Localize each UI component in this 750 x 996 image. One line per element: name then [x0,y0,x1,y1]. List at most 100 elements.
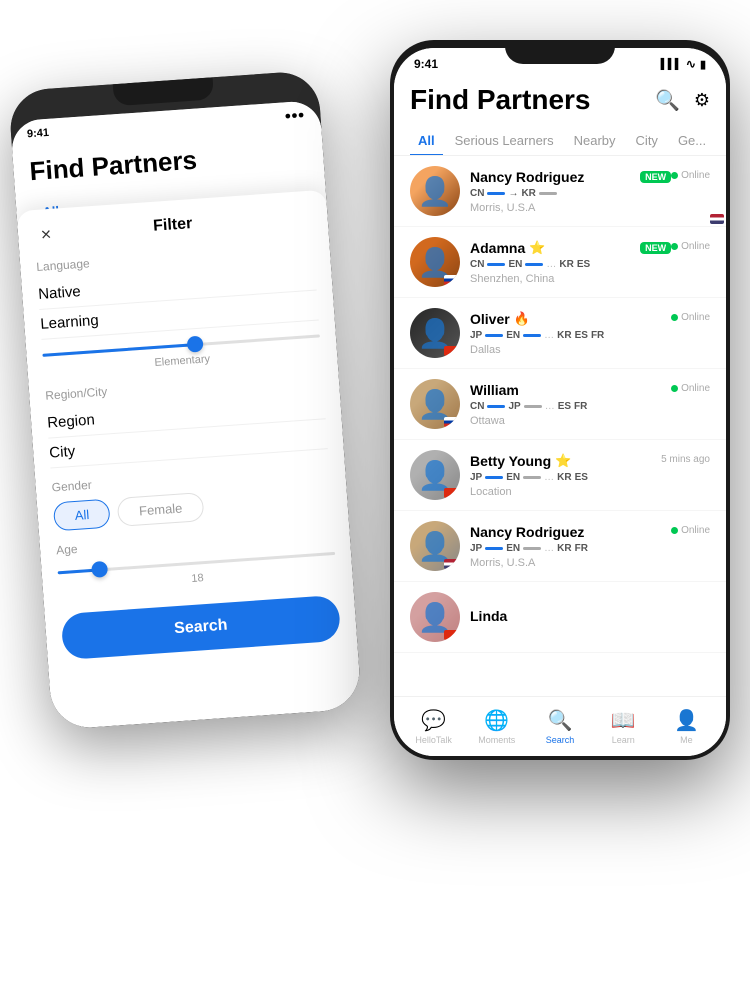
new-badge: NEW [640,171,671,183]
search-icon[interactable]: 🔍 [655,88,680,113]
lang-bar [485,547,503,550]
lang-row: CN EN … KR ES [470,259,671,270]
nav-me[interactable]: 👤 Me [655,708,718,745]
lang-es: ES [575,472,588,483]
user-name: Adamna [470,240,525,256]
nav-search[interactable]: 🔍 Search [528,708,591,745]
front-screen: 9:41 ▌▌▌ ∿ ▮ Find Partners 🔍 ⚙ All Serio… [394,48,726,756]
lang-fr: FR [574,401,587,412]
bottom-nav: 💬 HelloTalk 🌐 Moments 🔍 Search 📖 Learn 👤 [394,696,726,756]
online-text: Online [681,383,710,394]
lang-en: EN [506,472,520,483]
user-name: Betty Young [470,453,551,469]
lang-kr: KR [521,188,535,199]
lang-fr: FR [575,543,588,554]
fire-emoji: ⭐ [555,453,571,469]
fire-emoji: 🔥 [514,311,530,327]
avatar [410,237,460,287]
filter-overlay: × Filter Language Native Learning Elemen… [16,190,362,730]
user-item[interactable]: William CN JP … ES FR Ottawa [394,369,726,440]
back-time: 9:41 [27,127,50,141]
user-status: Online [671,525,710,536]
helltalk-icon: 💬 [421,708,446,733]
lang-arrow: → [508,188,518,199]
dots: … [544,472,554,483]
online-dot [671,314,678,321]
nav-moments[interactable]: 🌐 Moments [465,708,528,745]
lang-bar [524,405,542,408]
tab-all[interactable]: All [410,126,443,155]
online-text: Online [681,525,710,536]
age-label: Age [56,524,334,557]
nav-moments-label: Moments [478,735,515,745]
flag-ru [444,417,458,427]
nav-learn[interactable]: 📖 Learn [592,708,655,745]
lang-kr: KR [557,472,571,483]
lang-en: EN [506,543,520,554]
filter-header: × Filter [34,207,313,244]
user-list: Nancy Rodriguez NEW CN → KR Morris, U.S.… [394,156,726,704]
user-location: Shenzhen, China [470,273,671,285]
lang-bar [487,263,505,266]
user-item[interactable]: Oliver 🔥 JP EN … KR ES FR [394,298,726,369]
user-item[interactable]: Adamna ⭐ NEW CN EN … KR ES [394,227,726,298]
user-info: Oliver 🔥 JP EN … KR ES FR [470,311,671,356]
dots: … [544,330,554,341]
lang-fr: FR [591,330,604,341]
lang-bar-partial [539,192,557,195]
learning-slider[interactable]: Elementary [42,334,321,376]
user-info: Adamna ⭐ NEW CN EN … KR ES [470,240,671,285]
gender-female-button[interactable]: Female [117,492,204,527]
time-text: 5 mins ago [661,454,710,465]
user-item[interactable]: Linda [394,582,726,653]
age-slider[interactable]: 18 [58,552,337,594]
front-title: Find Partners [410,84,590,116]
user-name: Linda [470,608,507,624]
status-right-icons: ▌▌▌ ∿ ▮ [661,57,706,71]
filter-icon[interactable]: ⚙ [694,90,710,111]
nav-learn-label: Learn [612,735,635,745]
tab-ge[interactable]: Ge... [670,126,714,155]
user-name: Nancy Rodriguez [470,524,584,540]
user-info: Nancy Rodriguez JP EN … KR FR Morris, U.… [470,524,671,569]
user-item[interactable]: Nancy Rodriguez JP EN … KR FR Morris, U.… [394,511,726,582]
lang-es: ES [577,259,590,270]
user-name-row: Betty Young ⭐ [470,453,661,469]
lang-jp: JP [470,472,482,483]
tab-nearby[interactable]: Nearby [566,126,624,155]
lang-row: JP EN … KR ES [470,472,661,483]
user-location: Dallas [470,344,671,356]
back-title: Find Partners [29,137,308,187]
filter-search-button[interactable]: Search [61,595,342,660]
gender-all-button[interactable]: All [53,499,111,532]
filter-close-button[interactable]: × [33,221,59,247]
user-item[interactable]: Betty Young ⭐ JP EN … KR ES Locatio [394,440,726,511]
lang-cn: CN [470,259,484,270]
nav-helltalk[interactable]: 💬 HelloTalk [402,708,465,745]
nav-search-label: Search [546,735,575,745]
user-info: William CN JP … ES FR Ottawa [470,382,671,427]
user-name-row: Oliver 🔥 [470,311,671,327]
lang-row: CN JP … ES FR [470,401,671,412]
lang-jp: JP [470,543,482,554]
user-info: Linda [470,608,710,627]
user-name: William [470,382,519,398]
me-icon: 👤 [674,708,699,733]
tab-serious-learners[interactable]: Serious Learners [447,126,562,155]
user-name-row: Nancy Rodriguez NEW [470,169,671,185]
lang-jp: JP [508,401,520,412]
flag-cn [444,488,458,498]
user-item[interactable]: Nancy Rodriguez NEW CN → KR Morris, U.S.… [394,156,726,227]
tab-city[interactable]: City [628,126,666,155]
lang-cn: CN [470,401,484,412]
dots: … [544,543,554,554]
nav-me-label: Me [680,735,693,745]
lang-kr: KR [557,543,571,554]
front-tabs: All Serious Learners Nearby City Ge... [394,126,726,156]
lang-bar [523,476,541,479]
user-status: 5 mins ago [661,454,710,465]
user-name-row: Adamna ⭐ NEW [470,240,671,256]
signal-icon: ▌▌▌ [661,59,682,70]
user-name: Nancy Rodriguez [470,169,584,185]
lang-cn: CN [470,188,484,199]
